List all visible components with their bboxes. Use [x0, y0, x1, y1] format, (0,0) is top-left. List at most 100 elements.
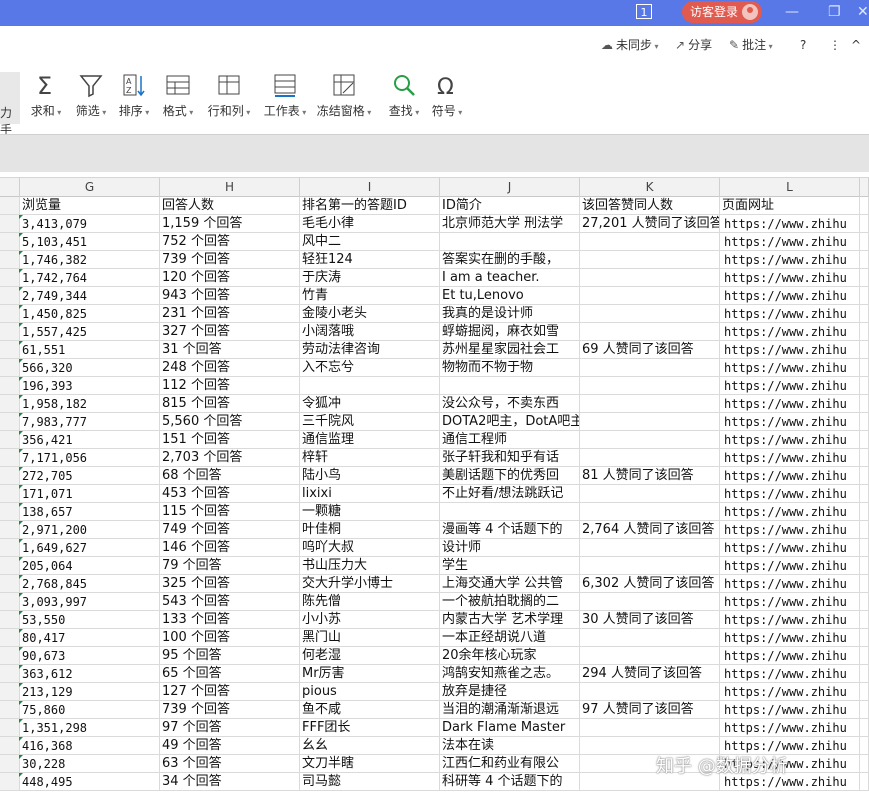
- row-header[interactable]: [0, 611, 20, 629]
- cell-k[interactable]: 81 人赞同了该回答: [580, 467, 720, 485]
- cell-l[interactable]: https://www.zhihu: [720, 233, 860, 251]
- cell-partial[interactable]: [860, 485, 869, 503]
- cell-g[interactable]: 1,450,825: [20, 305, 160, 323]
- cell-i[interactable]: 幺幺: [300, 737, 440, 755]
- column-header-g[interactable]: G: [20, 178, 160, 198]
- cell-g[interactable]: 2,749,344: [20, 287, 160, 305]
- cell-g[interactable]: 30,228: [20, 755, 160, 773]
- cell-l[interactable]: https://www.zhihu: [720, 575, 860, 593]
- cell-i[interactable]: 一颗糖: [300, 503, 440, 521]
- sync-status-button[interactable]: ☁ 未同步 ▾: [601, 36, 659, 56]
- cell-g[interactable]: 448,495: [20, 773, 160, 791]
- comment-button[interactable]: ✎ 批注 ▾: [729, 36, 773, 56]
- cell-partial[interactable]: [860, 359, 869, 377]
- cell-partial[interactable]: [860, 431, 869, 449]
- cell-l[interactable]: https://www.zhihu: [720, 719, 860, 737]
- cell-l[interactable]: https://www.zhihu: [720, 557, 860, 575]
- cell-i[interactable]: 叶佳桐: [300, 521, 440, 539]
- cell-l[interactable]: https://www.zhihu: [720, 215, 860, 233]
- cell-k[interactable]: [580, 269, 720, 287]
- column-header-h[interactable]: H: [160, 178, 300, 198]
- cell-j[interactable]: 一本正经胡说八道: [440, 629, 580, 647]
- cell-l[interactable]: https://www.zhihu: [720, 269, 860, 287]
- cell-partial[interactable]: [860, 683, 869, 701]
- row-header[interactable]: [0, 575, 20, 593]
- row-header[interactable]: [0, 251, 20, 269]
- cell-g[interactable]: 3,093,997: [20, 593, 160, 611]
- cell-h[interactable]: 34 个回答: [160, 773, 300, 791]
- cell-l[interactable]: https://www.zhihu: [720, 701, 860, 719]
- row-header[interactable]: [0, 431, 20, 449]
- cell-partial[interactable]: [860, 593, 869, 611]
- cell-g[interactable]: 363,612: [20, 665, 160, 683]
- cell-k[interactable]: [580, 323, 720, 341]
- cell-i[interactable]: 排名第一的答题ID: [300, 197, 440, 215]
- cell-partial[interactable]: [860, 395, 869, 413]
- cell-g[interactable]: 61,551: [20, 341, 160, 359]
- cell-partial[interactable]: [860, 629, 869, 647]
- symbol-button[interactable]: Ω 符号: [418, 68, 476, 128]
- cell-i[interactable]: 金陵小老头: [300, 305, 440, 323]
- cell-partial[interactable]: [860, 701, 869, 719]
- cell-j[interactable]: 通信工程师: [440, 431, 580, 449]
- row-header[interactable]: [0, 269, 20, 287]
- row-header[interactable]: [0, 773, 20, 791]
- cell-k[interactable]: [580, 647, 720, 665]
- cell-h[interactable]: 49 个回答: [160, 737, 300, 755]
- cell-g[interactable]: 1,351,298: [20, 719, 160, 737]
- cell-l[interactable]: https://www.zhihu: [720, 647, 860, 665]
- cell-g[interactable]: 7,171,056: [20, 449, 160, 467]
- cell-k[interactable]: [580, 377, 720, 395]
- cell-partial[interactable]: [860, 449, 869, 467]
- cell-l[interactable]: https://www.zhihu: [720, 341, 860, 359]
- cell-i[interactable]: 入不忘兮: [300, 359, 440, 377]
- cell-h[interactable]: 5,560 个回答: [160, 413, 300, 431]
- cell-j[interactable]: 科研等 4 个话题下的: [440, 773, 580, 791]
- cell-h[interactable]: 79 个回答: [160, 557, 300, 575]
- cell-i[interactable]: 鱼不咸: [300, 701, 440, 719]
- cell-j[interactable]: Dark Flame Master: [440, 719, 580, 737]
- cell-partial[interactable]: [860, 521, 869, 539]
- cell-l[interactable]: https://www.zhihu: [720, 683, 860, 701]
- cell-k[interactable]: 294 人赞同了该回答: [580, 665, 720, 683]
- column-header-l[interactable]: L: [720, 178, 860, 198]
- cell-j[interactable]: 江西仁和药业有限公: [440, 755, 580, 773]
- cell-g[interactable]: 5,103,451: [20, 233, 160, 251]
- collapse-ribbon-icon[interactable]: ^: [851, 36, 861, 54]
- cell-h[interactable]: 1,159 个回答: [160, 215, 300, 233]
- cell-g[interactable]: 1,649,627: [20, 539, 160, 557]
- cell-j[interactable]: 苏州星星家园社会工: [440, 341, 580, 359]
- cell-i[interactable]: lixixi: [300, 485, 440, 503]
- cell-g[interactable]: 53,550: [20, 611, 160, 629]
- column-header-i[interactable]: I: [300, 178, 440, 198]
- cell-h[interactable]: 815 个回答: [160, 395, 300, 413]
- cell-k[interactable]: [580, 359, 720, 377]
- cell-j[interactable]: I am a teacher.: [440, 269, 580, 287]
- cell-k[interactable]: [580, 503, 720, 521]
- cell-g[interactable]: 2,971,200: [20, 521, 160, 539]
- cell-j[interactable]: 蜉蝣掘阅，麻衣如雪: [440, 323, 580, 341]
- cell-partial[interactable]: [860, 575, 869, 593]
- cell-j[interactable]: 当泪的潮涌渐渐退远: [440, 701, 580, 719]
- cell-partial[interactable]: [860, 647, 869, 665]
- cell-h[interactable]: 146 个回答: [160, 539, 300, 557]
- cell-j[interactable]: 鸿鹄安知燕雀之志。: [440, 665, 580, 683]
- cell-i[interactable]: Mr厉害: [300, 665, 440, 683]
- cell-k[interactable]: 该回答赞同人数: [580, 197, 720, 215]
- cell-j[interactable]: 20余年核心玩家: [440, 647, 580, 665]
- cell-j[interactable]: Et tu,Lenovo: [440, 287, 580, 305]
- row-header[interactable]: [0, 647, 20, 665]
- cell-g[interactable]: 356,421: [20, 431, 160, 449]
- cell-partial[interactable]: [860, 557, 869, 575]
- cell-l[interactable]: 页面网址: [720, 197, 860, 215]
- cell-h[interactable]: 739 个回答: [160, 701, 300, 719]
- row-header[interactable]: [0, 521, 20, 539]
- cell-h[interactable]: 543 个回答: [160, 593, 300, 611]
- cell-partial[interactable]: [860, 611, 869, 629]
- cell-j[interactable]: 学生: [440, 557, 580, 575]
- cell-j[interactable]: 设计师: [440, 539, 580, 557]
- cell-k[interactable]: [580, 431, 720, 449]
- cell-h[interactable]: 115 个回答: [160, 503, 300, 521]
- cell-l[interactable]: https://www.zhihu: [720, 449, 860, 467]
- cell-i[interactable]: 通信监理: [300, 431, 440, 449]
